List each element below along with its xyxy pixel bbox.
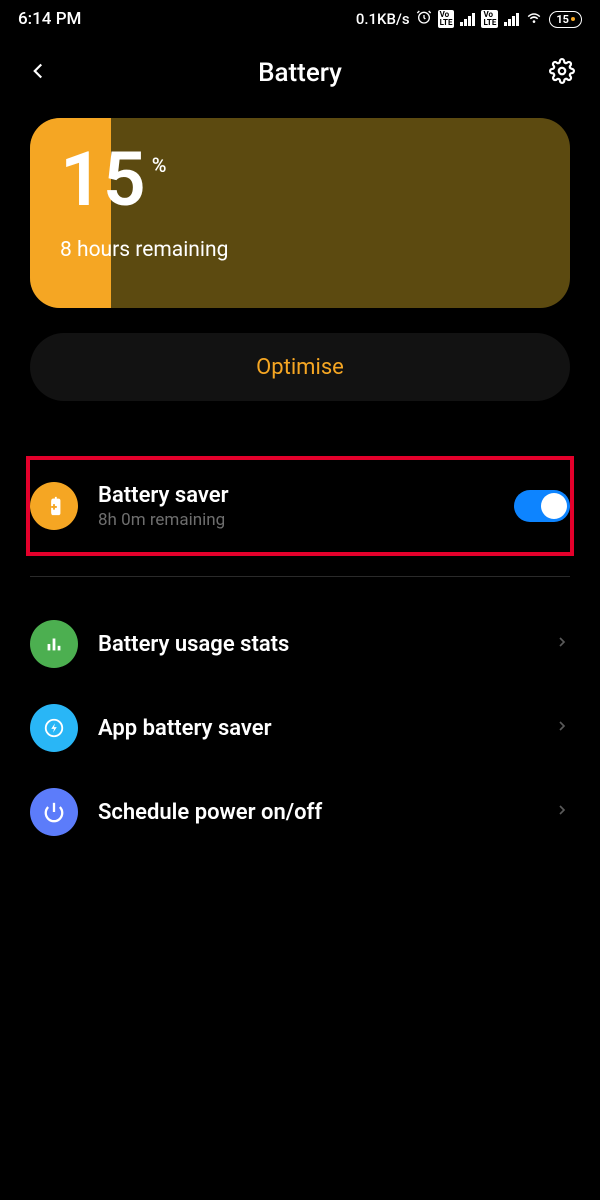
battery-status-icon: 15 bbox=[549, 11, 582, 28]
battery-saver-icon bbox=[30, 482, 78, 530]
battery-remaining-text: 8 hours remaining bbox=[60, 238, 540, 262]
percent-symbol: % bbox=[152, 153, 167, 177]
highlight-annotation: Battery saver 8h 0m remaining bbox=[26, 456, 574, 556]
battery-saver-row[interactable]: Battery saver 8h 0m remaining bbox=[30, 460, 570, 552]
battery-saver-toggle[interactable] bbox=[514, 490, 570, 522]
lightning-icon bbox=[30, 704, 78, 752]
optimise-label: Optimise bbox=[256, 355, 344, 380]
list-item-label: App battery saver bbox=[98, 716, 534, 741]
alarm-icon bbox=[416, 9, 432, 29]
back-button[interactable] bbox=[25, 58, 51, 88]
divider bbox=[30, 576, 570, 577]
optimise-button[interactable]: Optimise bbox=[30, 333, 570, 401]
settings-button[interactable] bbox=[549, 58, 575, 88]
signal-icon-1 bbox=[460, 12, 475, 26]
battery-usage-stats-row[interactable]: Battery usage stats bbox=[30, 602, 570, 686]
battery-level-card: 15 % 8 hours remaining bbox=[30, 118, 570, 308]
app-battery-saver-row[interactable]: App battery saver bbox=[30, 686, 570, 770]
volte-icon-2: VoLTE bbox=[481, 10, 498, 28]
status-bar: 6:14 PM 0.1KB/s VoLTE VoLTE 15 bbox=[0, 0, 600, 38]
status-right: 0.1KB/s VoLTE VoLTE 15 bbox=[356, 8, 582, 30]
battery-percent-number: 15 bbox=[60, 143, 146, 218]
wifi-icon bbox=[525, 8, 543, 30]
app-header: Battery bbox=[0, 38, 600, 118]
chart-icon bbox=[30, 620, 78, 668]
chevron-right-icon bbox=[554, 634, 570, 654]
battery-saver-subtitle: 8h 0m remaining bbox=[98, 510, 494, 530]
chevron-right-icon bbox=[554, 718, 570, 738]
power-icon bbox=[30, 788, 78, 836]
battery-saver-title: Battery saver bbox=[98, 483, 494, 508]
status-data-speed: 0.1KB/s bbox=[356, 10, 410, 28]
chevron-right-icon bbox=[554, 802, 570, 822]
volte-icon-1: VoLTE bbox=[438, 10, 455, 28]
list-item-label: Battery usage stats bbox=[98, 632, 534, 657]
signal-icon-2 bbox=[504, 12, 519, 26]
schedule-power-row[interactable]: Schedule power on/off bbox=[30, 770, 570, 854]
list-item-label: Schedule power on/off bbox=[98, 800, 534, 825]
status-time: 6:14 PM bbox=[18, 9, 81, 29]
page-title: Battery bbox=[258, 58, 342, 88]
